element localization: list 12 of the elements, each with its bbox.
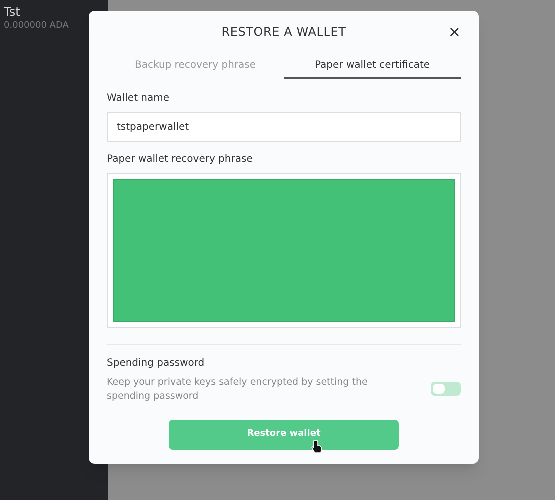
- field-label: Paper wallet recovery phrase: [107, 153, 254, 167]
- pointer-cursor-icon: [311, 440, 322, 454]
- wallet-balance: 0.000000 ADA: [4, 20, 70, 32]
- toggle-switch[interactable]: [431, 382, 461, 396]
- description: Keep your private keys safely encrypted by setting the spending password: [107, 376, 369, 404]
- dialog-title: RESTORE A WALLET: [222, 24, 346, 41]
- wallet-name-field[interactable]: tstpaperwallet: [107, 112, 461, 142]
- close-button[interactable]: ×: [448, 24, 461, 40]
- tab[interactable]: Paper wallet certificate: [284, 53, 461, 79]
- section-title: Spending password: [107, 357, 206, 371]
- wallet-name: Tst: [4, 4, 22, 20]
- field-label: Wallet name: [107, 92, 171, 106]
